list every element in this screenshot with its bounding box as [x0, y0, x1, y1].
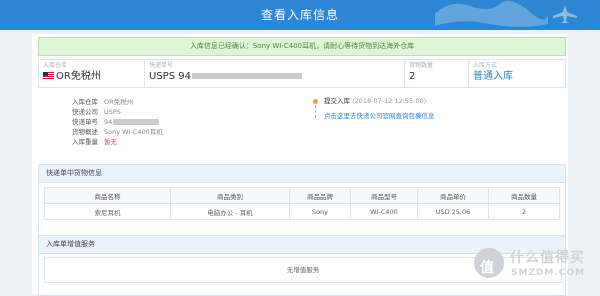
- table-cell: USD 25.06: [417, 203, 489, 220]
- summary-quantity-value: 2: [409, 71, 416, 82]
- timeline-event-date: (2018-07-12 12:55:00): [352, 97, 427, 105]
- table-cell: 索尼耳机: [44, 203, 171, 220]
- table-cell: 电脑办公 - 耳机: [170, 203, 290, 220]
- detail-row: 快递公司 USPS: [72, 107, 163, 117]
- timeline-dot-icon: [313, 99, 318, 104]
- detail-label: 快递单号: [72, 118, 98, 126]
- summary-warehouse: 入库仓库 OR免税州: [39, 60, 145, 87]
- table-row: 索尼耳机 电脑办公 - 耳机 Sony WI-C400 USD 25.06 2: [44, 203, 560, 220]
- detail-label: 入库仓库: [72, 98, 98, 106]
- detail-label: 货物概述: [72, 128, 98, 136]
- table-cell: Sony: [289, 203, 351, 220]
- items-table: 商品名称 商品类别 商品品牌 商品型号 商品单价 商品数量 索尼耳机 电脑办公 …: [44, 187, 560, 220]
- table-header-row: 商品名称 商品类别 商品品牌 商品型号 商品单价 商品数量: [44, 187, 560, 204]
- redacted-tracking-number: [113, 119, 160, 125]
- watermark-circle-glyph: 值: [480, 260, 494, 276]
- watermark-sub: SMZDM.COM: [511, 268, 586, 278]
- timeline-event: 提交入库 (2018-07-12 12:55:00): [324, 96, 426, 106]
- detail-label: 快递公司: [72, 108, 98, 116]
- summary-type-value: 普通入库: [473, 71, 513, 82]
- column-header: 商品数量: [488, 187, 560, 204]
- items-panel-title: 快递单中货物信息: [39, 165, 565, 183]
- detail-row: 入库仓库 OR免税州: [72, 97, 163, 107]
- timeline-event-title: 提交入库: [324, 97, 350, 105]
- column-header: 商品单价: [417, 187, 489, 204]
- detail-value: 94: [104, 118, 113, 126]
- summary-warehouse-label: 入库仓库: [43, 62, 68, 69]
- confirmation-notice: 入库信息已经确认：Sony WI-C400耳机，请耐心等待货物到达海外仓库: [38, 37, 566, 56]
- airplane-icon: [553, 5, 577, 23]
- table-cell: WI-C400: [350, 203, 418, 220]
- inbound-details: 入库仓库 OR免税州 快递公司 USPS 快递单号 94 货物概述 Sony W…: [72, 97, 163, 147]
- detail-value: USPS: [104, 108, 121, 116]
- watermark-text: 什么值得买: [510, 250, 585, 266]
- detail-value: 暂无: [104, 138, 117, 146]
- summary-warehouse-value: OR免税州: [56, 71, 101, 82]
- world-map-decoration: [435, 0, 549, 28]
- summary-type: 入库方式 普通入库: [469, 60, 565, 87]
- summary-type-label: 入库方式: [473, 62, 498, 69]
- detail-label: 入库重量: [72, 138, 98, 146]
- page-header: 查看入库信息: [0, 0, 600, 30]
- detail-value: OR免税州: [104, 98, 134, 106]
- detail-row: 快递单号 94: [72, 117, 163, 127]
- track-package-link[interactable]: 点击这里去快递公司官网查询包裹信息: [324, 111, 435, 121]
- detail-row: 入库重量 暂无: [72, 137, 163, 147]
- us-flag-icon: [43, 71, 54, 79]
- smzdm-watermark: 值 什么值得买 SMZDM.COM: [474, 244, 594, 288]
- summary-tracking: 快递单号 USPS 94: [145, 60, 405, 87]
- detail-value: Sony WI-C400耳机: [104, 128, 163, 136]
- table-cell: 2: [488, 203, 560, 220]
- page-title: 查看入库信息: [260, 8, 339, 22]
- detail-row: 货物概述 Sony WI-C400耳机: [72, 127, 163, 137]
- redacted-tracking-number: [191, 73, 302, 79]
- column-header: 商品名称: [44, 187, 171, 204]
- column-header: 商品型号: [350, 187, 418, 204]
- summary-tracking-label: 快递单号: [149, 62, 174, 69]
- summary-bar: 入库仓库 OR免税州 快递单号 USPS 94 货物数量 2 入库方式 普通入库: [38, 59, 566, 88]
- column-header: 商品类别: [170, 187, 290, 204]
- column-header: 商品品牌: [289, 187, 351, 204]
- summary-tracking-value: USPS 94: [149, 71, 191, 82]
- summary-quantity: 货物数量 2: [405, 60, 469, 87]
- summary-quantity-label: 货物数量: [409, 62, 434, 69]
